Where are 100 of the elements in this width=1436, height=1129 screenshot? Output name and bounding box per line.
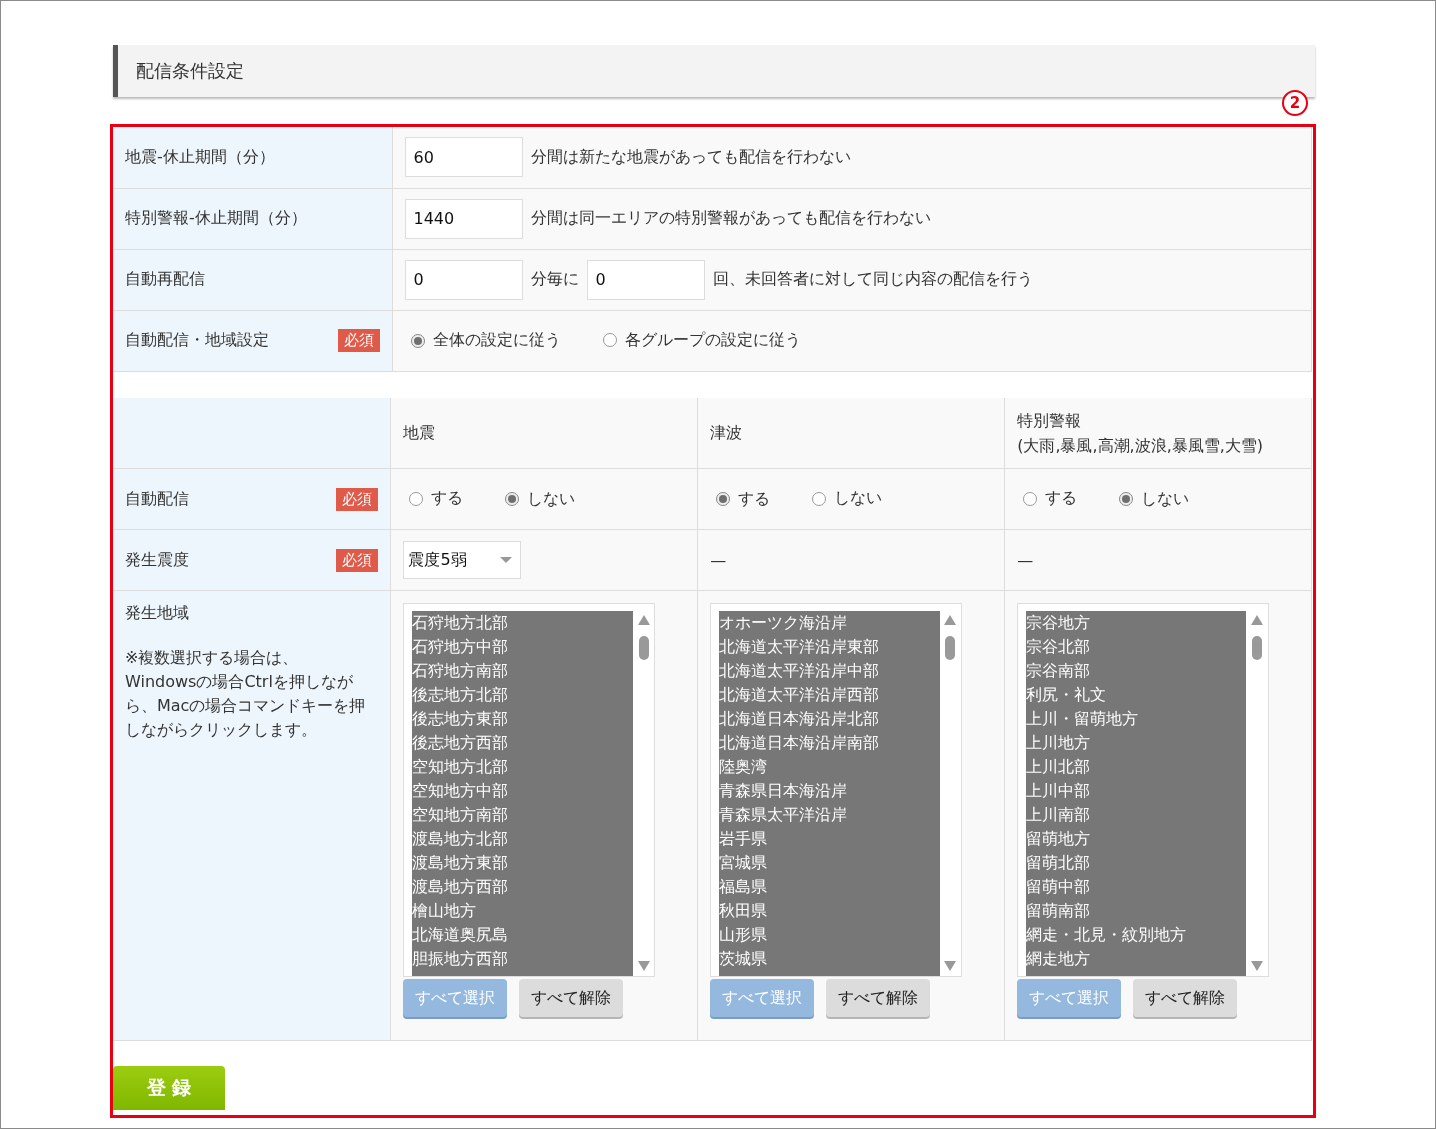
list-option[interactable]: 石狩地方北部 xyxy=(412,611,633,635)
list-option[interactable]: 上川地方 xyxy=(1026,731,1247,755)
scroll-down-icon[interactable] xyxy=(944,961,957,971)
radio-icon[interactable] xyxy=(409,491,424,506)
field-label: 自動配信・地域設定 xyxy=(125,330,269,351)
radio-button[interactable]: しない xyxy=(812,488,883,510)
clear-all-button[interactable]: すべて解除 xyxy=(826,979,931,1017)
help-text: Windowsの場合Ctrlを押しながら、Macの場合コマンドキーを押しながらクリックします。 xyxy=(125,671,367,741)
empty-dash: — xyxy=(710,550,727,570)
list-option[interactable]: 後志地方東部 xyxy=(412,707,633,731)
field-label: 地震-休止期間（分） xyxy=(125,146,275,168)
list-option[interactable]: 北海道太平洋沿岸東部 xyxy=(719,635,940,659)
radio-button[interactable]: しない xyxy=(1119,488,1190,510)
list-option[interactable]: 留萌北部 xyxy=(1026,851,1247,875)
field-label: 自動配信 xyxy=(125,488,189,510)
list-option[interactable]: 茨城県 xyxy=(719,947,940,971)
list-option[interactable]: 北海道日本海沿岸南部 xyxy=(719,731,940,755)
scrollbar-thumb[interactable] xyxy=(638,636,649,660)
clear-all-button[interactable]: すべて解除 xyxy=(1133,979,1238,1017)
list-option[interactable]: 青森県日本海沿岸 xyxy=(719,779,940,803)
list-option[interactable]: 宗谷南部 xyxy=(1026,659,1247,683)
radio-icon[interactable] xyxy=(1119,492,1134,507)
radio-button[interactable]: しない xyxy=(505,488,576,510)
field-label: 発生震度 xyxy=(125,549,189,571)
list-option[interactable]: 石狩地方中部 xyxy=(412,635,633,659)
radio-button[interactable]: 全体の設定に従う xyxy=(410,330,561,352)
list-option[interactable]: オホーツク海沿岸 xyxy=(719,611,940,635)
input-field[interactable]: 1440 xyxy=(404,198,523,239)
scroll-up-icon[interactable] xyxy=(637,615,650,625)
list-option[interactable]: 秋田県 xyxy=(719,899,940,923)
list-option[interactable]: 上川南部 xyxy=(1026,803,1247,827)
input-field[interactable]: 0 xyxy=(404,259,523,300)
column-header: 地震 xyxy=(403,422,437,445)
column-header: 特別警報 (大雨,暴風,高潮,波浪,暴風雪,大雪) xyxy=(1017,409,1265,457)
list-option[interactable]: 留萌南部 xyxy=(1026,899,1247,923)
scroll-down-icon[interactable] xyxy=(1251,961,1264,971)
list-option[interactable]: 利尻・礼文 xyxy=(1026,683,1247,707)
radio-icon[interactable] xyxy=(812,491,827,506)
list-option[interactable]: 渡島地方東部 xyxy=(412,851,633,875)
scroll-up-icon[interactable] xyxy=(1251,615,1264,625)
radio-icon[interactable] xyxy=(602,333,617,348)
list-option[interactable]: 青森県太平洋沿岸 xyxy=(719,803,940,827)
list-option[interactable]: 空知地方中部 xyxy=(412,779,633,803)
list-option[interactable]: 渡島地方北部 xyxy=(412,827,633,851)
radio-icon[interactable] xyxy=(505,492,520,507)
list-option[interactable]: 胆振地方西部 xyxy=(412,947,633,971)
list-option[interactable]: 北海道太平洋沿岸西部 xyxy=(719,683,940,707)
list-option[interactable]: 渡島地方西部 xyxy=(412,875,633,899)
help-text: ※複数選択する場合は、 xyxy=(125,647,300,669)
dropdown[interactable]: 震度5弱 xyxy=(403,541,522,579)
scrollbar-thumb[interactable] xyxy=(945,636,956,660)
radio-button[interactable]: 各グループの設定に従う xyxy=(602,329,801,351)
list-option[interactable]: 留萌中部 xyxy=(1026,875,1247,899)
empty-dash: — xyxy=(1017,550,1034,570)
list-option[interactable]: 宗谷北部 xyxy=(1026,635,1247,659)
list-option[interactable]: 石狩地方南部 xyxy=(412,659,633,683)
list-option[interactable]: 空知地方南部 xyxy=(412,803,633,827)
list-option[interactable]: 宮城県 xyxy=(719,851,940,875)
radio-icon[interactable] xyxy=(716,492,731,507)
field-hint: 分間は新たな地震があっても配信を行わない xyxy=(530,146,851,168)
input-field[interactable]: 60 xyxy=(404,137,523,178)
field-hint: 分間は同一エリアの特別警報があっても配信を行わない xyxy=(530,208,931,229)
clear-all-button[interactable]: すべて解除 xyxy=(519,979,624,1017)
radio-button[interactable]: する xyxy=(716,488,771,510)
input-field[interactable]: 0 xyxy=(586,259,705,300)
radio-button[interactable]: する xyxy=(1023,488,1078,510)
list-option[interactable]: 陸奥湾 xyxy=(719,755,940,779)
radio-icon[interactable] xyxy=(410,333,425,348)
list-option[interactable]: 留萌地方 xyxy=(1026,827,1247,851)
list-option[interactable]: 宗谷地方 xyxy=(1026,611,1247,635)
section-header: 配信条件設定 xyxy=(113,45,1315,97)
list-option[interactable]: 檜山地方 xyxy=(412,899,633,923)
list-option[interactable]: 後志地方西部 xyxy=(412,731,633,755)
list-option[interactable]: 上川北部 xyxy=(1026,755,1247,779)
list-option[interactable]: 北海道日本海沿岸北部 xyxy=(719,707,940,731)
list-box[interactable]: オホーツク海沿岸 北海道太平洋沿岸東部 北海道太平洋沿岸中部 北海道太平洋沿岸西部 北海道日本海沿岸北部 北海道日本海沿岸南部 陸奥湾 青森県日本海沿岸 青森県太平洋沿岸 岩手県 宮城県 福島県 秋田県 山形県 茨城県 xyxy=(710,603,963,977)
list-option[interactable]: 上川・留萌地方 xyxy=(1026,707,1247,731)
field-label: 発生地域 xyxy=(125,603,189,624)
scroll-down-icon[interactable] xyxy=(637,961,650,971)
list-option[interactable]: 網走地方 xyxy=(1026,947,1247,971)
field-hint: 回、未回答者に対して同じ内容の配信を行う xyxy=(712,269,1033,290)
list-box[interactable]: 石狩地方北部 石狩地方中部 石狩地方南部 後志地方北部 後志地方東部 後志地方西部 空知地方北部 空知地方中部 空知地方南部 渡島地方北部 渡島地方東部 渡島地方西部 檜山地方 北海道奥尻島 胆振地方西部 xyxy=(403,603,656,977)
radio-button[interactable]: する xyxy=(409,488,464,510)
list-option[interactable]: 上川中部 xyxy=(1026,779,1247,803)
scroll-up-icon[interactable] xyxy=(944,615,957,625)
scrollbar-thumb[interactable] xyxy=(1252,636,1263,660)
list-option[interactable]: 山形県 xyxy=(719,923,940,947)
list-option[interactable]: 北海道奥尻島 xyxy=(412,923,633,947)
field-label: 特別警報-休止期間（分） xyxy=(125,208,307,229)
list-option[interactable]: 北海道太平洋沿岸中部 xyxy=(719,659,940,683)
list-option[interactable]: 網走・北見・紋別地方 xyxy=(1026,923,1247,947)
radio-icon[interactable] xyxy=(1023,491,1038,506)
field-label: 自動再配信 xyxy=(125,269,205,290)
caret-icon xyxy=(500,557,513,563)
list-option[interactable]: 空知地方北部 xyxy=(412,755,633,779)
list-option[interactable]: 福島県 xyxy=(719,875,940,899)
list-option[interactable]: 岩手県 xyxy=(719,827,940,851)
required-badge: 必須 xyxy=(336,487,379,511)
list-option[interactable]: 後志地方北部 xyxy=(412,683,633,707)
list-box[interactable]: 宗谷地方 宗谷北部 宗谷南部 利尻・礼文 上川・留萌地方 上川地方 上川北部 上川中部 上川南部 留萌地方 留萌北部 留萌中部 留萌南部 網走・北見・紋別地方 網走地方 xyxy=(1017,603,1270,977)
